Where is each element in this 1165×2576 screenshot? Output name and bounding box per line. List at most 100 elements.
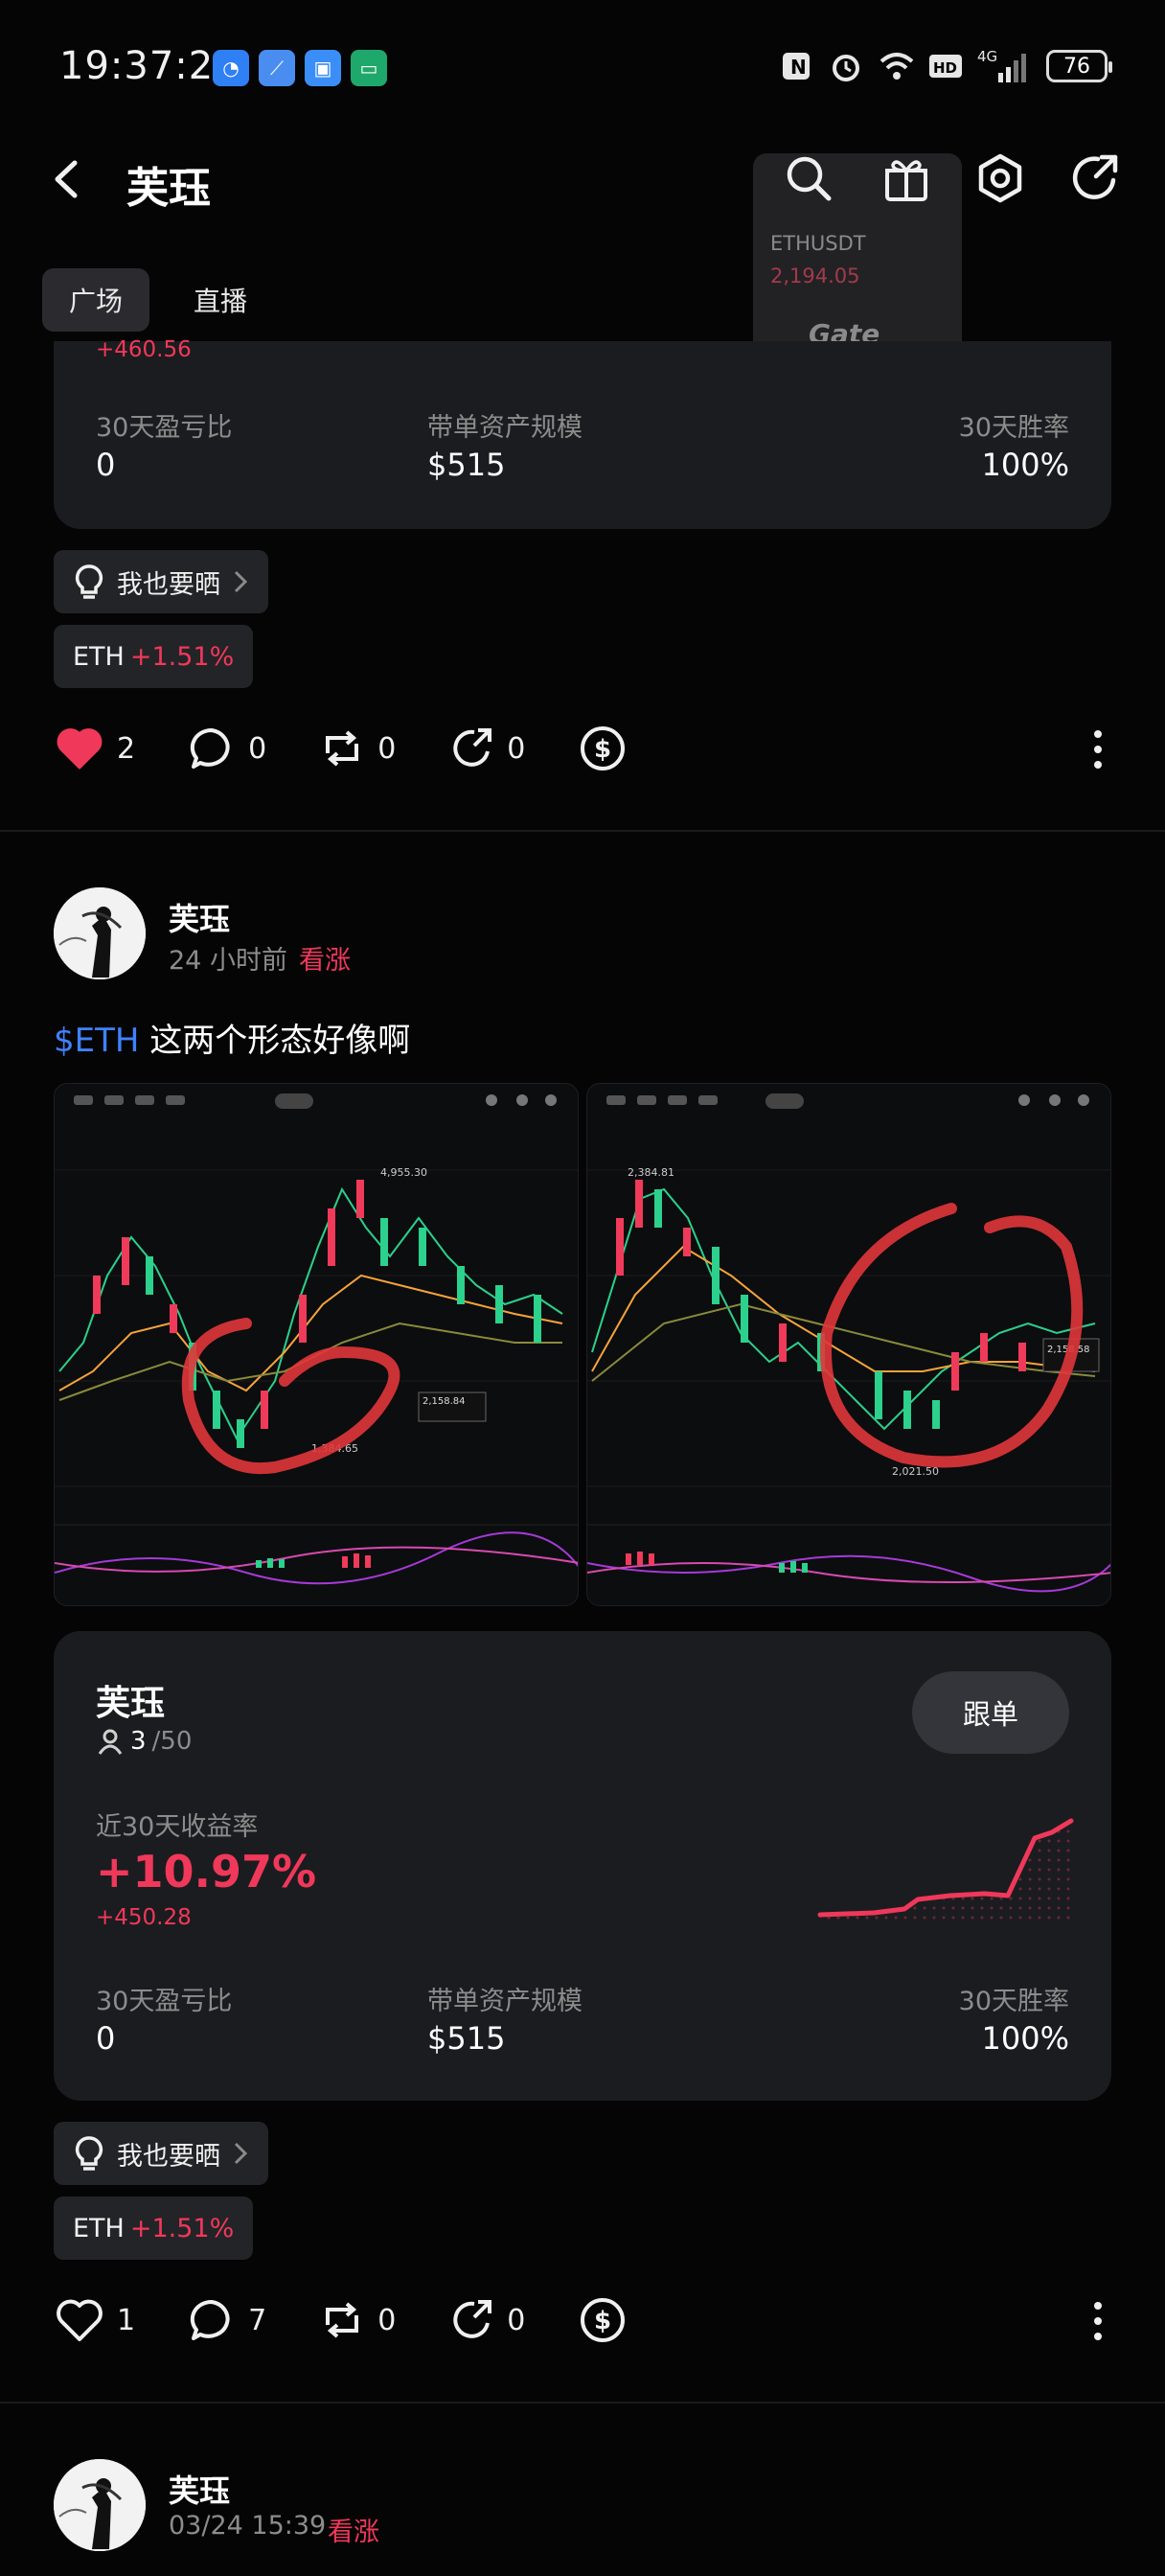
widget-pair: ETHUSDT	[770, 232, 866, 255]
chevron-right-icon	[234, 570, 248, 593]
comment-count: 7	[248, 2303, 267, 2337]
repost-count: 0	[377, 731, 397, 766]
more-options-icon[interactable]	[1086, 728, 1109, 774]
token-symbol: ETH	[73, 2213, 125, 2243]
app-notification-icon: ◔	[213, 50, 249, 86]
stat-pnl-value: 0	[96, 447, 116, 483]
more-options-icon[interactable]	[1086, 2300, 1109, 2346]
post-username[interactable]: 芙珏	[169, 2467, 230, 2511]
post-time: 24 小时前	[169, 946, 287, 976]
heart-filled-icon	[57, 728, 103, 770]
stat-winrate-value: 100%	[981, 2020, 1069, 2057]
post-text: 这两个形态好像啊	[139, 1022, 411, 1060]
show-off-button[interactable]: 我也要晒	[54, 2122, 268, 2185]
repost-button[interactable]: 0	[320, 726, 396, 770]
sentiment-badge: 看涨	[299, 946, 351, 976]
battery-indicator: 76	[1046, 50, 1112, 82]
share-icon	[453, 728, 492, 767]
chevron-right-icon	[234, 2142, 248, 2165]
calendar-app-icon: ▣	[305, 50, 341, 86]
gift-icon[interactable]	[879, 151, 933, 205]
show-off-label: 我也要晒	[117, 2141, 220, 2172]
svg-text:4G: 4G	[977, 48, 997, 65]
alarm-icon	[828, 48, 864, 84]
share-icon	[453, 2300, 492, 2338]
settings-hex-icon[interactable]	[973, 151, 1027, 205]
stat-winrate-value: 100%	[981, 447, 1069, 483]
stat-aum-value: $515	[427, 447, 506, 483]
like-button[interactable]: 2	[56, 726, 135, 770]
avatar[interactable]	[54, 2459, 146, 2551]
comment-button[interactable]: 0	[189, 726, 266, 770]
return-abs: +450.28	[96, 1905, 192, 1930]
post-time: 03/24 15:39	[169, 2511, 327, 2541]
chart-left-annot: 2,158.84	[423, 1396, 466, 1407]
comment-icon	[190, 2299, 230, 2340]
post-body: $ETH 这两个形态好像啊	[54, 1014, 410, 1061]
stat-aum-value: $515	[427, 2020, 506, 2057]
dollar-coin-icon: $	[581, 726, 626, 770]
nfc-icon: N	[778, 48, 814, 84]
dollar-coin-icon: $	[581, 2298, 626, 2342]
share-post-button[interactable]: 0	[449, 2298, 525, 2342]
feed-tabs: 广场 直播	[42, 268, 274, 332]
post-actions: 2 0 0 0 $	[56, 724, 680, 772]
avatar[interactable]	[54, 887, 146, 979]
search-icon[interactable]	[782, 151, 835, 205]
post-image-right[interactable]: 2,384.81 2,021.50 2,158.58	[586, 1083, 1111, 1606]
stat-winrate-label: 30天胜率	[958, 1987, 1069, 2016]
stat-aum-label: 带单资产规模	[427, 413, 582, 443]
repost-button[interactable]: 0	[320, 2298, 396, 2342]
token-chip[interactable]: ETH +1.51%	[54, 2196, 254, 2260]
post-image-left[interactable]: 4,955.30 1,384.65 2,158.84	[54, 1083, 579, 1606]
tip-button[interactable]: $	[579, 2296, 627, 2344]
post-divider	[0, 830, 1165, 832]
comment-count: 0	[248, 731, 267, 766]
copy-trade-card[interactable]: 芙珏 3/50 跟单 近30天收益率 +10.97% +450.28 30天盈亏…	[54, 1631, 1111, 2101]
widget-price: 2,194.05	[770, 264, 860, 288]
ticker-link[interactable]: $ETH	[54, 1022, 139, 1060]
stat-pnl-label: 30天盈亏比	[96, 1987, 233, 2016]
lightbulb-icon	[75, 2136, 103, 2171]
return-sparkline	[817, 1818, 1074, 1920]
show-off-button[interactable]: 我也要晒	[54, 550, 268, 613]
repost-count: 0	[377, 2303, 397, 2337]
chart-right-high-label: 2,384.81	[628, 1166, 674, 1179]
repost-icon	[326, 730, 359, 767]
return-value: +10.97%	[96, 1846, 317, 1898]
card-return-abs: +460.56	[96, 337, 192, 362]
post-username[interactable]: 芙珏	[169, 895, 230, 939]
like-count: 1	[117, 2303, 136, 2337]
token-chip[interactable]: ETH +1.51%	[54, 625, 254, 688]
tab-square[interactable]: 广场	[42, 268, 150, 332]
stat-aum-label: 带单资产规模	[427, 1987, 582, 2016]
post-divider	[0, 2402, 1165, 2404]
share-icon[interactable]	[1069, 151, 1123, 205]
token-symbol: ETH	[73, 641, 125, 672]
svg-text:$: $	[594, 2307, 611, 2335]
follower-max: /50	[151, 1727, 193, 1756]
show-off-label: 我也要晒	[117, 569, 220, 600]
stat-pnl-value: 0	[96, 2020, 116, 2057]
hd-icon: HD	[927, 48, 964, 84]
tab-live[interactable]: 直播	[167, 268, 274, 332]
back-button[interactable]	[46, 155, 88, 203]
user-icon	[98, 1729, 123, 1755]
message-app-icon: ▭	[351, 50, 387, 86]
return-label: 近30天收益率	[96, 1812, 259, 1842]
chart-app-icon: ⟋	[259, 50, 295, 86]
comment-button[interactable]: 7	[189, 2298, 266, 2342]
share-count: 0	[507, 2303, 526, 2337]
like-button[interactable]: 1	[56, 2298, 135, 2342]
stat-winrate-label: 30天胜率	[958, 413, 1069, 443]
status-bar: 19:37:21 ◔ ⟋ ▣ ▭ N HD 4G 76	[0, 0, 1165, 134]
copy-trade-card[interactable]: +460.56 30天盈亏比 0 带单资产规模 $515 30天胜率 100%	[54, 337, 1111, 529]
follow-trade-button[interactable]: 跟单	[912, 1671, 1069, 1754]
share-post-button[interactable]: 0	[449, 726, 525, 770]
tip-button[interactable]: $	[579, 724, 627, 772]
sentiment-badge: 看涨	[328, 2518, 379, 2547]
share-count: 0	[507, 731, 526, 766]
follower-current: 3	[130, 1727, 147, 1756]
svg-text:N: N	[790, 56, 807, 79]
heart-icon	[57, 2299, 103, 2341]
